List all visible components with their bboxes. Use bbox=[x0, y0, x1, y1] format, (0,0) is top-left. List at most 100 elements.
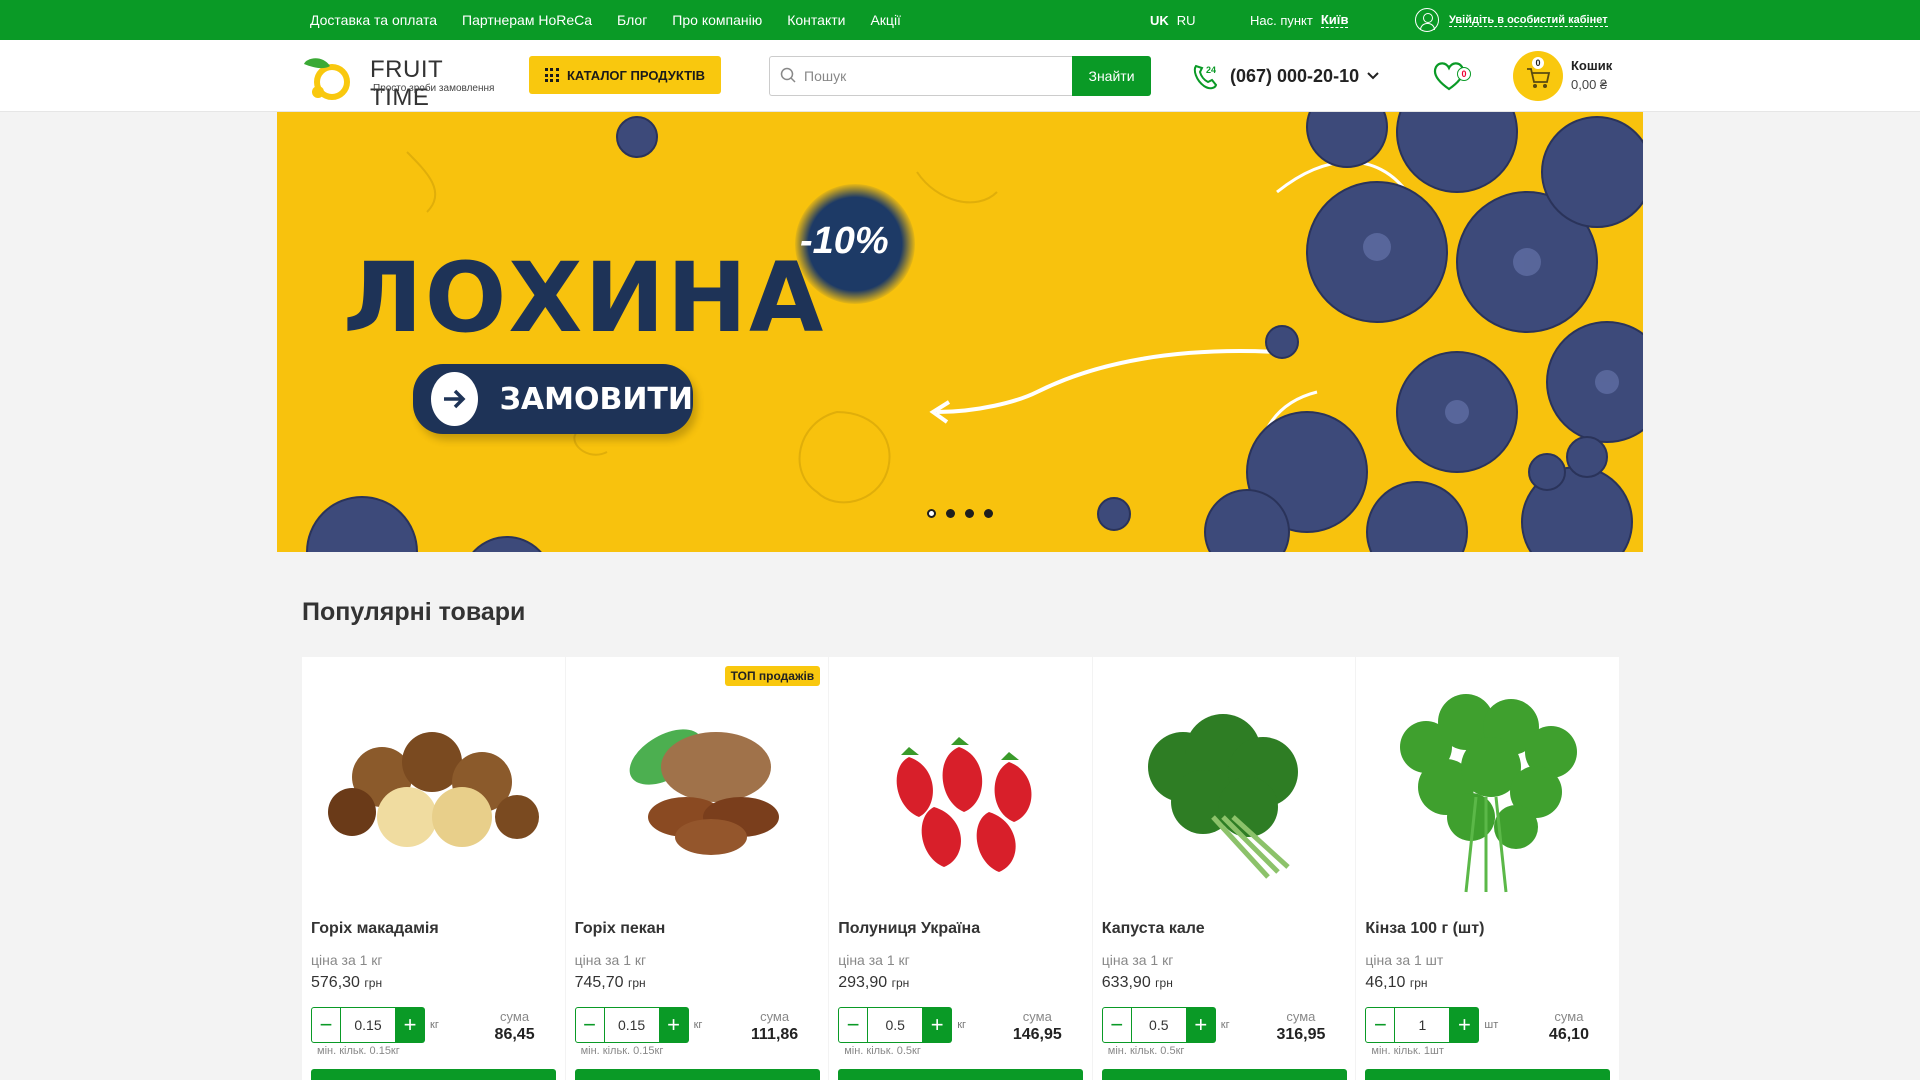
product-card[interactable]: Капуста кале ціна за 1 кг 633,90 грн − 0… bbox=[1092, 657, 1356, 1080]
add-to-cart-button[interactable] bbox=[311, 1069, 556, 1080]
quantity-plus-button[interactable]: + bbox=[1449, 1007, 1480, 1043]
sum-label: сума bbox=[760, 1009, 790, 1024]
quantity-stepper: − 0.5 + кг bbox=[1101, 1007, 1230, 1043]
add-to-cart-button[interactable] bbox=[574, 1069, 820, 1080]
price-currency: грн bbox=[364, 976, 383, 990]
search-button[interactable]: Знайти bbox=[1072, 56, 1151, 96]
sum-block: сума 111,86 bbox=[751, 1009, 798, 1044]
search-box bbox=[769, 56, 1073, 96]
product-card[interactable]: Горіх макадамія ціна за 1 кг 576,30 грн … bbox=[302, 657, 565, 1080]
quantity-plus-button[interactable]: + bbox=[395, 1007, 425, 1043]
nav-horeca[interactable]: Партнерам HoReCa bbox=[462, 12, 592, 28]
add-to-cart-button[interactable] bbox=[1101, 1069, 1347, 1080]
logo[interactable]: FRUIT TIME Просто зроби замовлення bbox=[302, 52, 502, 111]
quantity-plus-button[interactable]: + bbox=[658, 1007, 689, 1043]
product-image-pecan[interactable] bbox=[576, 667, 819, 907]
arrow-right-icon bbox=[431, 372, 478, 426]
min-quantity: мін. кільк. 0.5кг bbox=[1107, 1045, 1185, 1057]
quantity-input[interactable]: 0.5 bbox=[1131, 1007, 1186, 1043]
slider-dot-2[interactable] bbox=[946, 509, 955, 518]
min-quantity: мін. кільк. 0.15кг bbox=[580, 1045, 664, 1057]
phone-number[interactable]: (067) 000-20-10 bbox=[1230, 66, 1359, 87]
nav-about[interactable]: Про компанію bbox=[672, 12, 762, 28]
add-to-cart-button[interactable] bbox=[838, 1069, 1084, 1080]
sum-block: сума 46,10 bbox=[1549, 1009, 1589, 1044]
lang-uk[interactable]: UK bbox=[1150, 13, 1169, 28]
price-value: 633,90 bbox=[1101, 974, 1151, 991]
sum-label: сума bbox=[1286, 1009, 1316, 1024]
product-name[interactable]: Полуниця Україна bbox=[838, 920, 980, 938]
city-link[interactable]: Київ bbox=[1320, 12, 1349, 28]
product-image-cilantro[interactable] bbox=[1366, 667, 1609, 907]
quantity-unit: кг bbox=[430, 1019, 439, 1031]
quantity-input[interactable]: 1 bbox=[1395, 1007, 1450, 1043]
product-name[interactable]: Кінза 100 г (шт) bbox=[1365, 920, 1484, 938]
sum-block: сума 146,95 bbox=[1013, 1009, 1062, 1044]
product-price: 46,10 грн bbox=[1365, 974, 1427, 992]
quantity-minus-button[interactable]: − bbox=[838, 1007, 869, 1043]
sum-label: сума bbox=[500, 1009, 530, 1024]
login-label[interactable]: Увійдіть в особистий кабінет bbox=[1449, 14, 1608, 27]
quantity-input[interactable]: 0.15 bbox=[341, 1007, 395, 1043]
product-card[interactable]: ТОП продажів Горіх пекан ціна за 1 кг 74… bbox=[565, 657, 829, 1080]
unit-price-label: ціна за 1 кг bbox=[311, 952, 383, 968]
price-value: 745,70 bbox=[574, 974, 624, 991]
nav-blog[interactable]: Блог bbox=[617, 12, 647, 28]
product-image-strawberry[interactable] bbox=[839, 667, 1082, 907]
quantity-stepper: − 1 + шт bbox=[1365, 1007, 1498, 1043]
product-image-kale[interactable] bbox=[1103, 667, 1346, 907]
quantity-stepper: − 0.15 + кг bbox=[574, 1007, 702, 1043]
cart-button[interactable]: 0 Кошик 0,00 ₴ bbox=[1513, 50, 1623, 102]
quantity-plus-button[interactable]: + bbox=[1185, 1007, 1216, 1043]
phone-dropdown[interactable]: 24 (067) 000-20-10 bbox=[1190, 60, 1379, 92]
header: FRUIT TIME Просто зроби замовлення КАТАЛ… bbox=[0, 40, 1920, 112]
lang-ru[interactable]: RU bbox=[1177, 13, 1196, 28]
nav-contacts[interactable]: Контакти bbox=[787, 12, 845, 28]
city-selector: Нас. пункт Київ bbox=[1250, 0, 1349, 40]
quantity-minus-button[interactable]: − bbox=[1101, 1007, 1132, 1043]
price-currency: грн bbox=[1155, 976, 1173, 990]
price-currency: грн bbox=[891, 976, 910, 990]
nav-delivery[interactable]: Доставка та оплата bbox=[310, 12, 437, 28]
slider-dot-1[interactable] bbox=[927, 509, 936, 518]
product-image-macadamia[interactable] bbox=[312, 667, 555, 907]
search-input[interactable] bbox=[804, 57, 1064, 95]
quantity-stepper: − 0.5 + кг bbox=[838, 1007, 966, 1043]
sum-label: сума bbox=[1022, 1009, 1052, 1024]
price-currency: грн bbox=[627, 976, 646, 990]
product-card[interactable]: Полуниця Україна ціна за 1 кг 293,90 грн… bbox=[829, 657, 1092, 1080]
language-switcher: UK RU bbox=[1150, 0, 1196, 40]
quantity-input[interactable]: 0.15 bbox=[604, 1007, 659, 1043]
logo-subtitle: Просто зроби замовлення bbox=[373, 83, 495, 94]
chevron-down-icon bbox=[1367, 72, 1379, 80]
product-card[interactable]: Кінза 100 г (шт) ціна за 1 шт 46,10 грн … bbox=[1356, 657, 1619, 1080]
sum-value: 146,95 bbox=[1012, 1026, 1062, 1043]
quantity-plus-button[interactable]: + bbox=[922, 1007, 953, 1043]
slider-dot-4[interactable] bbox=[984, 509, 993, 518]
quantity-input[interactable]: 0.5 bbox=[868, 1007, 923, 1043]
slider-dots bbox=[927, 509, 993, 518]
promo-banner[interactable]: -10% ЛОХИНА ЗАМОВИТИ bbox=[277, 112, 1643, 552]
quantity-minus-button[interactable]: − bbox=[1365, 1007, 1396, 1043]
sum-value: 86,45 bbox=[494, 1026, 535, 1043]
lemon-logo-icon bbox=[304, 58, 350, 100]
order-button[interactable]: ЗАМОВИТИ bbox=[413, 364, 693, 434]
catalog-button[interactable]: КАТАЛОГ ПРОДУКТІВ bbox=[529, 56, 721, 94]
sum-label: сума bbox=[1554, 1009, 1584, 1024]
quantity-minus-button[interactable]: − bbox=[574, 1007, 605, 1043]
product-name[interactable]: Горіх макадамія bbox=[311, 920, 439, 938]
product-name[interactable]: Горіх пекан bbox=[575, 920, 666, 938]
login-link[interactable]: Увійдіть в особистий кабінет bbox=[1415, 0, 1608, 40]
product-name[interactable]: Капуста кале bbox=[1102, 920, 1205, 938]
favorites-button[interactable]: 0 bbox=[1432, 60, 1474, 94]
top-nav: Доставка та оплата Партнерам HoReCa Блог… bbox=[310, 0, 901, 40]
sum-value: 46,10 bbox=[1548, 1026, 1589, 1043]
add-to-cart-button[interactable] bbox=[1365, 1069, 1611, 1080]
quantity-unit: шт bbox=[1484, 1019, 1499, 1031]
slider-dot-3[interactable] bbox=[965, 509, 974, 518]
nav-promotions[interactable]: Акції bbox=[870, 12, 900, 28]
min-quantity: мін. кільк. 0.5кг bbox=[844, 1045, 921, 1057]
quantity-stepper: − 0.15 + кг bbox=[311, 1007, 439, 1043]
min-quantity: мін. кільк. 1шт bbox=[1371, 1045, 1444, 1057]
quantity-minus-button[interactable]: − bbox=[311, 1007, 341, 1043]
